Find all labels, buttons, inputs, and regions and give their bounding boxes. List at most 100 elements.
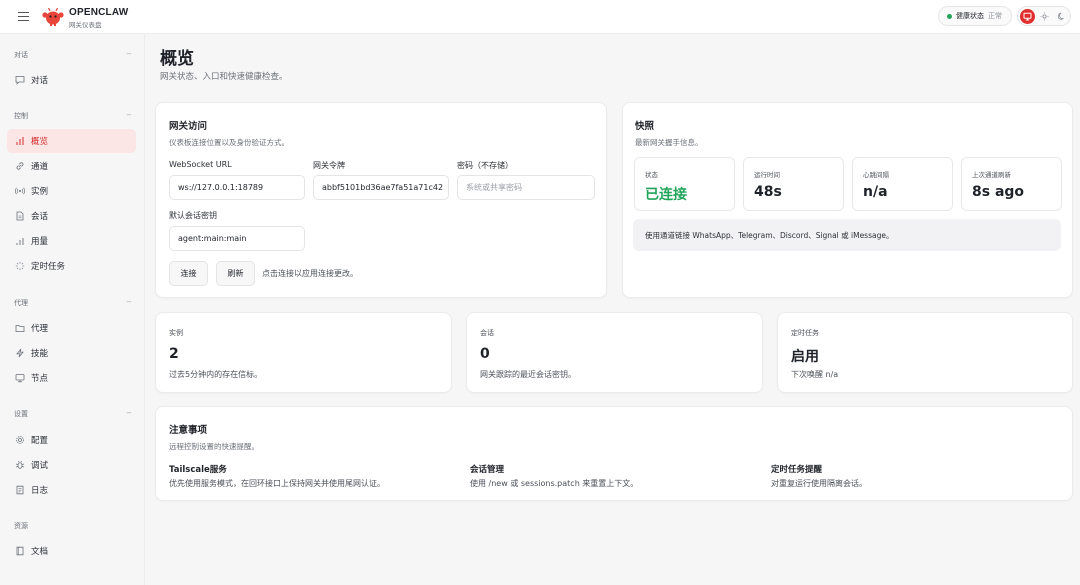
channels-info-banner: 使用通道链接 WhatsApp、Telegram、Discord、Signal …: [633, 219, 1061, 251]
sidebar-item-chat[interactable]: 对话: [7, 68, 136, 92]
metric-value: 启用: [791, 349, 819, 365]
password-label: 密码（不存储）: [457, 161, 513, 170]
brand-name: OPENCLAW: [69, 7, 129, 18]
websocket-url-input[interactable]: [169, 175, 305, 200]
section-header-settings[interactable]: 设置 −: [14, 409, 132, 419]
document-icon: [14, 211, 25, 222]
password-input[interactable]: [457, 175, 595, 200]
metric-value: 0: [480, 346, 490, 362]
metric-label: 会话: [480, 329, 494, 337]
gateway-token-label: 网关令牌: [313, 161, 345, 170]
note-title: 定时任务提醒: [771, 465, 823, 475]
sidebar: 对话 − 对话 控制 − 概览 通道 实例 会话 用量 定时任务 代理 − 代理 技能…: [0, 34, 145, 585]
dark-theme-button[interactable]: [1054, 9, 1069, 24]
metric-subtitle: 过去5分钟内的存在信标。: [169, 370, 263, 379]
sidebar-item-nodes[interactable]: 节点: [7, 366, 136, 390]
loader-icon: [14, 261, 25, 272]
sidebar-item-channels[interactable]: 通道: [7, 154, 136, 178]
sidebar-item-sessions[interactable]: 会话: [7, 204, 136, 228]
sidebar-item-label: 日志: [31, 486, 49, 496]
stat-label: 心跳间隔: [863, 171, 889, 179]
sidebar-item-debug[interactable]: 调试: [7, 453, 136, 477]
sidebar-item-agents[interactable]: 代理: [7, 316, 136, 340]
card-title: 网关访问: [169, 121, 208, 132]
health-label: 健康状态: [956, 12, 984, 20]
health-value: 正常: [988, 12, 1002, 20]
health-status-badge[interactable]: 健康状态 正常: [938, 6, 1012, 26]
status-dot-icon: [947, 13, 952, 19]
book-icon: [14, 546, 25, 557]
section-header-resources[interactable]: 资源: [14, 521, 132, 531]
monitor-icon: [1023, 12, 1032, 21]
sidebar-item-label: 代理: [31, 324, 49, 334]
stat-label: 状态: [645, 171, 658, 179]
page-subtitle: 网关状态、入口和快速健康检查。: [160, 72, 288, 82]
gateway-token-input[interactable]: [313, 175, 449, 200]
sidebar-item-label: 配置: [31, 436, 49, 446]
sidebar-item-label: 文档: [31, 547, 49, 557]
sidebar-item-overview[interactable]: 概览: [7, 129, 136, 153]
stat-heartbeat: 心跳间隔 n/a: [852, 157, 953, 211]
connect-hint: 点击连接以应用连接更改。: [262, 269, 358, 278]
section-header-control[interactable]: 控制 −: [14, 111, 132, 121]
card-subtitle: 最新网关握手信息。: [635, 138, 703, 147]
stat-label: 上次通道刷新: [972, 171, 1011, 179]
metric-subtitle: 下次唤醒 n/a: [791, 370, 839, 379]
session-key-input[interactable]: [169, 226, 305, 251]
sidebar-item-label: 会话: [31, 212, 49, 222]
stat-value: 48s: [754, 184, 782, 200]
theme-toggle: [1017, 6, 1071, 26]
gear-icon: [14, 435, 25, 446]
card-title: 快照: [635, 121, 655, 132]
sidebar-item-usage[interactable]: 用量: [7, 229, 136, 253]
websocket-url-label: WebSocket URL: [169, 160, 232, 169]
sidebar-item-skills[interactable]: 技能: [7, 341, 136, 365]
stat-value: 8s ago: [972, 184, 1025, 200]
collapse-icon[interactable]: −: [126, 298, 132, 306]
connect-button[interactable]: 连接: [169, 261, 208, 286]
note-body: 使用 /new 或 sessions.patch 来重置上下文。: [470, 479, 639, 488]
sidebar-item-logs[interactable]: 日志: [7, 478, 136, 502]
metric-label: 定时任务: [791, 329, 819, 337]
metric-card-instances: 实例 2 过去5分钟内的存在信标。: [155, 312, 452, 393]
sidebar-item-config[interactable]: 配置: [7, 428, 136, 452]
refresh-button[interactable]: 刷新: [216, 261, 255, 286]
menu-icon[interactable]: [18, 12, 29, 21]
sidebar-item-instances[interactable]: 实例: [7, 179, 136, 203]
sidebar-item-label: 对话: [31, 76, 49, 86]
stat-label: 运行时间: [754, 171, 780, 179]
collapse-icon[interactable]: −: [126, 50, 132, 58]
page-title: 概览: [160, 49, 194, 69]
note-body: 优先使用服务模式，在回环接口上保持网关并使用尾网认证。: [169, 479, 385, 488]
sidebar-item-cron[interactable]: 定时任务: [7, 254, 136, 278]
sidebar-item-docs[interactable]: 文档: [7, 539, 136, 563]
note-body: 对重复运行使用隔离会话。: [771, 479, 867, 488]
link-icon: [14, 161, 25, 172]
collapse-icon[interactable]: −: [126, 409, 132, 417]
metric-subtitle: 网关跟踪的最近会话密钥。: [480, 370, 576, 379]
sidebar-item-label: 节点: [31, 374, 49, 384]
folder-icon: [14, 323, 25, 334]
stat-value: 已连接: [645, 187, 687, 203]
metric-label: 实例: [169, 329, 183, 337]
openclaw-logo-icon: [42, 6, 64, 28]
monitor-icon: [14, 373, 25, 384]
metric-card-sessions: 会话 0 网关跟踪的最近会话密钥。: [466, 312, 763, 393]
stat-uptime: 运行时间 48s: [743, 157, 844, 211]
metric-card-cron: 定时任务 启用 下次唤醒 n/a: [777, 312, 1073, 393]
card-title: 注意事项: [169, 425, 208, 436]
sun-icon: [1040, 12, 1049, 21]
system-theme-button[interactable]: [1020, 9, 1035, 24]
section-header-agents[interactable]: 代理 −: [14, 298, 132, 308]
sidebar-item-label: 定时任务: [31, 262, 66, 272]
sidebar-item-label: 用量: [31, 237, 49, 247]
moon-icon: [1057, 12, 1064, 20]
note-title: Tailscale服务: [169, 465, 227, 475]
light-theme-button[interactable]: [1037, 9, 1052, 24]
section-header-chat[interactable]: 对话 −: [14, 50, 132, 60]
log-icon: [14, 485, 25, 496]
brand-subtitle: 网关仪表盘: [69, 21, 102, 29]
sidebar-item-label: 技能: [31, 349, 49, 359]
collapse-icon[interactable]: −: [126, 111, 132, 119]
bug-icon: [14, 460, 25, 471]
